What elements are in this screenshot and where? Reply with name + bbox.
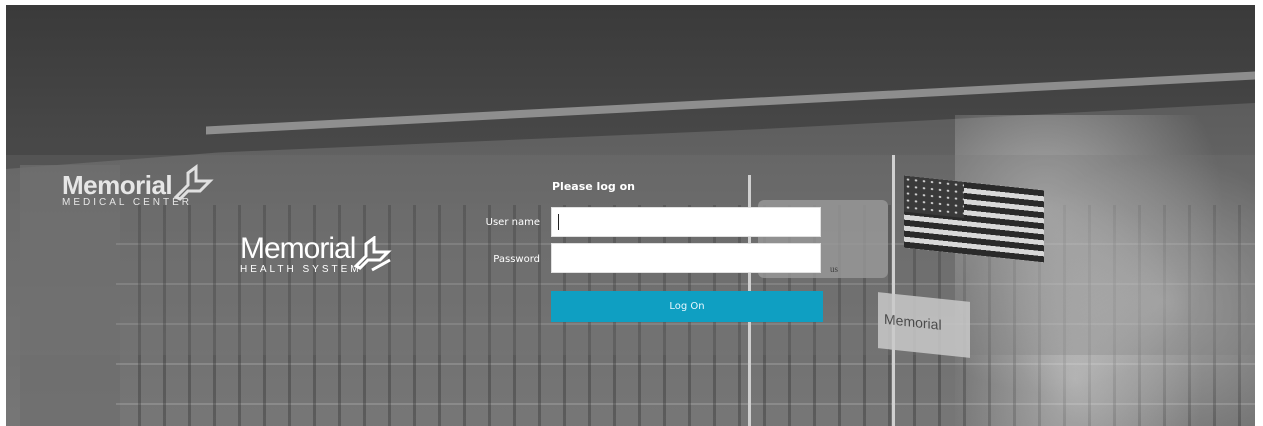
us-flag	[904, 175, 1044, 263]
log-on-button[interactable]: Log On	[551, 291, 823, 322]
logo-subtitle: HEALTH SYSTEM	[240, 264, 362, 275]
logo-name: Memorial	[240, 232, 356, 265]
password-input[interactable]	[551, 243, 821, 273]
memorial-flag-text: Memorial	[884, 310, 942, 333]
flag-fragment-text: us	[830, 264, 839, 274]
flag-pole	[892, 155, 895, 426]
company-logo: Memorial HEALTH SYSTEM	[240, 234, 362, 276]
login-title: Please log on	[552, 180, 635, 193]
username-input[interactable]	[551, 207, 821, 237]
building-logo-icon	[173, 164, 214, 201]
memorial-flag: Memorial	[878, 292, 970, 358]
username-label: User name	[485, 217, 540, 228]
us-flag-canton	[904, 175, 964, 218]
password-label: Password	[493, 254, 540, 265]
text-caret	[558, 214, 559, 230]
memorial-logo-icon	[353, 236, 392, 272]
